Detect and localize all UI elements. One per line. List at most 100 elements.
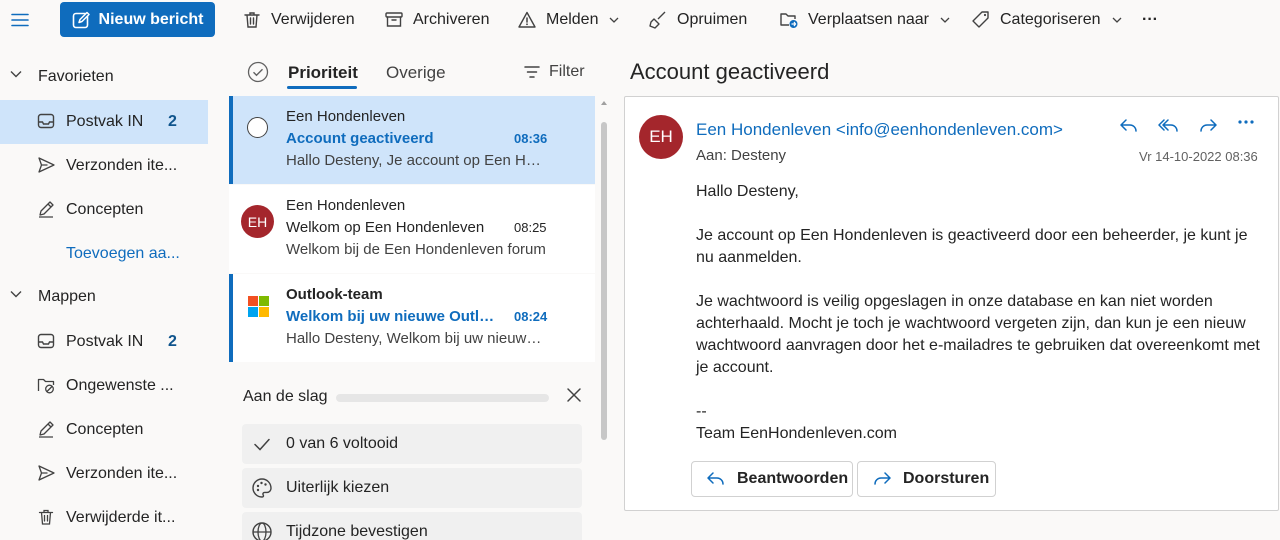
message-item[interactable]: EH Een Hondenleven Welkom op Een Hondenl… <box>229 185 595 273</box>
nav-item-sent[interactable]: Verzonden ite... <box>0 452 208 496</box>
filter-icon <box>524 65 540 79</box>
get-started-timezone-item[interactable]: Tijdzone bevestigen <box>242 512 582 540</box>
new-message-button[interactable]: Nieuw bericht <box>60 2 215 37</box>
reply-label: Beantwoorden <box>737 470 849 487</box>
reply-icon[interactable] <box>1119 117 1139 135</box>
nav-item-inbox-favorite[interactable]: Postvak IN 2 <box>0 100 208 144</box>
nav-item-label: Concepten <box>66 421 144 438</box>
email-body: Hallo Desteny, Je account op Een Hondenl… <box>696 181 1261 445</box>
message-preview: Hallo Desteny, Je account op Een Hondenl… <box>286 152 548 169</box>
active-tab-indicator <box>287 86 357 89</box>
inbox-icon <box>37 332 57 352</box>
sender-avatar: EH <box>639 115 683 159</box>
get-started-item-label: Tijdzone bevestigen <box>286 523 428 540</box>
tab-focused[interactable]: Prioriteit <box>288 63 358 83</box>
get-started-title: Aan de slag <box>243 388 328 405</box>
filter-button[interactable]: Filter <box>524 63 585 81</box>
checkmark-icon <box>251 433 273 455</box>
broom-icon <box>648 10 668 30</box>
email-signature: Team EenHondenleven.com <box>696 425 898 442</box>
get-started-item-label: Uiterlijk kiezen <box>286 479 390 496</box>
nav-item-deleted[interactable]: Verwijderde it... <box>0 496 208 540</box>
nav-item-sent-favorite[interactable]: Verzonden ite... <box>0 144 208 188</box>
message-time: 08:25 <box>514 220 547 235</box>
filter-label: Filter <box>549 63 585 80</box>
message-list-scrollbar[interactable] <box>600 96 608 540</box>
message-list-header: Prioriteit Overige Filter <box>229 44 615 94</box>
message-item[interactable]: Een Hondenleven Account geactiveerd 08:3… <box>229 96 595 184</box>
sender-avatar: EH <box>241 205 274 238</box>
favorites-header[interactable]: Favorieten <box>0 55 208 99</box>
unread-count: 2 <box>168 333 177 350</box>
compose-icon <box>72 11 90 29</box>
email-paragraph: Je wachtwoord is veilig opgeslagen in on… <box>696 293 1260 376</box>
email-card: EH Een Hondenleven <info@eenhondenleven.… <box>624 96 1279 511</box>
nav-item-drafts-favorite[interactable]: Concepten <box>0 188 208 232</box>
chevron-down-icon <box>10 70 22 78</box>
nav-item-drafts[interactable]: Concepten <box>0 408 208 452</box>
email-paragraph: Je account op Een Hondenleven is geactiv… <box>696 227 1248 266</box>
scroll-thumb[interactable] <box>601 122 607 440</box>
delete-button[interactable]: Verwijderen <box>242 4 355 36</box>
forward-button[interactable]: Doorsturen <box>857 461 996 497</box>
tag-icon <box>971 10 991 30</box>
selected-indicator <box>229 96 233 184</box>
archive-button[interactable]: Archiveren <box>384 4 489 36</box>
new-message-label: Nieuw bericht <box>98 10 204 28</box>
message-sender: Een Hondenleven <box>286 108 406 125</box>
message-item[interactable]: Outlook-team Welkom bij uw nieuwe Outloo… <box>229 274 595 362</box>
message-select-checkbox[interactable] <box>247 117 268 138</box>
more-options-button[interactable]: ··· <box>1142 4 1158 36</box>
categorize-button[interactable]: Categoriseren <box>971 4 1122 36</box>
message-preview: Welkom bij de Een Hondenleven forum <box>286 241 546 258</box>
send-icon <box>37 464 57 484</box>
nav-item-label: Verwijderde it... <box>66 509 176 526</box>
email-sender[interactable]: Een Hondenleven <info@eenhondenleven.com… <box>696 120 1063 140</box>
report-label: Melden <box>546 11 599 28</box>
nav-item-label: Verzonden ite... <box>66 157 178 174</box>
report-button[interactable]: Melden <box>517 4 619 36</box>
add-favorite-label: Toevoegen aa... <box>66 245 180 262</box>
email-date: Vr 14-10-2022 08:36 <box>1139 149 1258 164</box>
nav-item-junk[interactable]: Ongewenste ... <box>0 364 208 408</box>
move-to-button[interactable]: Verplaatsen naar <box>779 4 950 36</box>
forward-label: Doorsturen <box>903 470 990 487</box>
sweep-label: Opruimen <box>677 11 748 28</box>
nav-item-inbox[interactable]: Postvak IN 2 <box>0 320 208 364</box>
folder-move-icon <box>779 10 799 30</box>
email-signature-separator: -- <box>696 403 707 420</box>
reply-button[interactable]: Beantwoorden <box>691 461 853 497</box>
nav-item-label: Ongewenste ... <box>66 377 174 394</box>
reply-all-icon[interactable] <box>1158 117 1180 135</box>
close-icon[interactable] <box>566 387 582 403</box>
folders-header[interactable]: Mappen <box>0 275 208 319</box>
reading-pane: Account geactiveerd EH Een Hondenleven <… <box>616 44 1280 540</box>
message-list-pane: Prioriteit Overige Filter Een Hondenleve… <box>229 44 615 540</box>
message-subject: Welkom op Een Hondenleven <box>286 219 485 236</box>
add-favorite-link[interactable]: Toevoegen aa... <box>0 232 208 276</box>
email-subject: Account geactiveerd <box>630 59 830 84</box>
sweep-button[interactable]: Opruimen <box>648 4 747 36</box>
chevron-down-icon <box>10 290 22 298</box>
archive-label: Archiveren <box>413 11 490 28</box>
get-started-appearance-item[interactable]: Uiterlijk kiezen <box>242 468 582 508</box>
trash-icon <box>37 508 57 528</box>
message-time: 08:36 <box>514 131 548 146</box>
forward-icon[interactable] <box>1198 117 1218 135</box>
command-bar: Nieuw bericht Verwijderen Archiveren Mel… <box>0 0 1280 44</box>
message-preview: Hallo Desteny, Welkom bij uw nieuwe acco… <box>286 330 548 347</box>
pencil-icon <box>37 200 57 220</box>
nav-item-label: Concepten <box>66 201 144 218</box>
get-started-item-label: 0 van 6 voltooid <box>286 435 399 452</box>
nav-item-label: Postvak IN <box>66 113 144 130</box>
select-all-checkbox[interactable] <box>247 61 269 83</box>
menu-icon[interactable] <box>8 8 32 32</box>
message-time: 08:24 <box>514 309 548 324</box>
get-started-progress-item[interactable]: 0 van 6 voltooid <box>242 424 582 464</box>
more-actions-icon[interactable] <box>1237 119 1255 125</box>
tab-other[interactable]: Overige <box>386 63 446 83</box>
favorites-label: Favorieten <box>38 68 114 85</box>
microsoft-logo-icon <box>248 296 269 317</box>
chevron-down-icon <box>609 17 619 23</box>
globe-icon <box>251 521 273 540</box>
